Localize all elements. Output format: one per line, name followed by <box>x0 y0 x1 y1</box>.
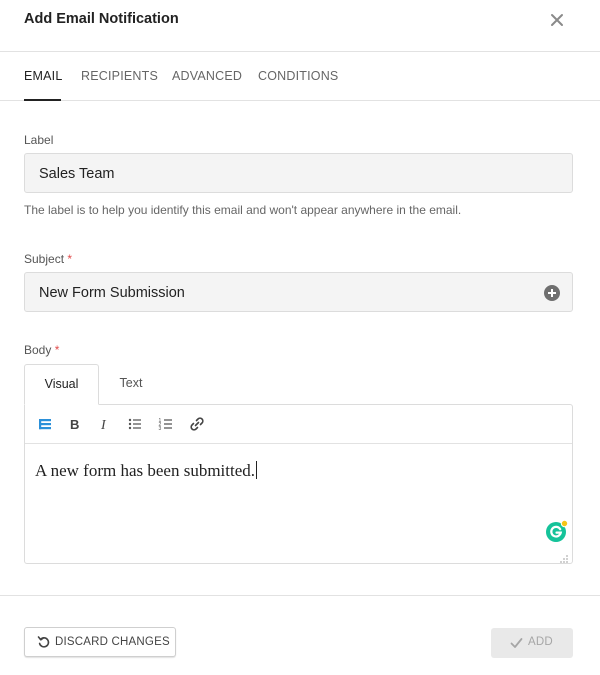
notification-tabs: EMAIL RECIPIENTS ADVANCED CONDITIONS <box>0 52 600 101</box>
toolbar-toggle-icon[interactable] <box>36 415 54 433</box>
add-button[interactable]: ADD <box>491 628 573 658</box>
editor-content-text: A new form has been submitted. <box>35 461 256 480</box>
bold-icon[interactable]: B <box>65 415 83 433</box>
numbered-list-icon[interactable]: 123 <box>157 415 175 433</box>
italic-icon[interactable]: I <box>95 415 113 433</box>
label-help-text: The label is to help you identify this e… <box>24 203 462 217</box>
discard-changes-label: DISCARD CHANGES <box>55 636 170 648</box>
label-input-value: Sales Team <box>39 166 115 182</box>
dialog-title: Add Email Notification <box>24 11 179 27</box>
subject-field-label: Subject * <box>24 252 72 266</box>
required-marker: * <box>54 343 60 357</box>
undo-icon <box>37 636 50 648</box>
tab-conditions[interactable]: CONDITIONS <box>258 69 338 83</box>
editor-tab-visual[interactable]: Visual <box>24 364 99 405</box>
required-marker: * <box>67 252 73 266</box>
editor-content[interactable]: A new form has been submitted. <box>35 461 258 481</box>
tab-email[interactable]: EMAIL <box>24 69 63 83</box>
add-label: ADD <box>528 636 553 648</box>
label-field-label: Label <box>24 133 54 147</box>
tab-advanced[interactable]: ADVANCED <box>172 69 242 83</box>
svg-text:3: 3 <box>159 426 162 432</box>
tab-recipients[interactable]: RECIPIENTS <box>81 69 158 83</box>
discard-changes-button[interactable]: DISCARD CHANGES <box>24 627 176 657</box>
body-editor[interactable]: B I 123 A new form has been submitted. <box>24 404 573 564</box>
resize-handle-icon[interactable] <box>559 551 569 563</box>
check-icon <box>510 638 523 648</box>
dialog-header: Add Email Notification <box>0 0 600 52</box>
body-label-text: Body <box>24 343 52 357</box>
footer-divider <box>0 595 600 596</box>
close-icon[interactable] <box>548 11 566 29</box>
svg-text:B: B <box>70 417 79 432</box>
plus-circle-icon[interactable] <box>543 284 561 302</box>
subject-input[interactable]: New Form Submission <box>24 272 573 312</box>
grammarly-icon[interactable] <box>545 519 569 543</box>
editor-tab-visual-label: Visual <box>44 377 79 391</box>
svg-text:I: I <box>100 418 107 433</box>
editor-toolbar: B I 123 <box>25 405 572 444</box>
label-input[interactable]: Sales Team <box>24 153 573 193</box>
text-caret <box>256 461 258 479</box>
bullet-list-icon[interactable] <box>126 415 144 433</box>
subject-label-text: Subject <box>24 252 65 266</box>
active-tab-indicator <box>24 99 61 101</box>
body-field-label: Body * <box>24 343 59 357</box>
editor-tab-text[interactable]: Text <box>100 364 162 404</box>
subject-input-value: New Form Submission <box>39 285 185 301</box>
link-icon[interactable] <box>188 415 206 433</box>
editor-tab-text-label: Text <box>119 376 143 390</box>
